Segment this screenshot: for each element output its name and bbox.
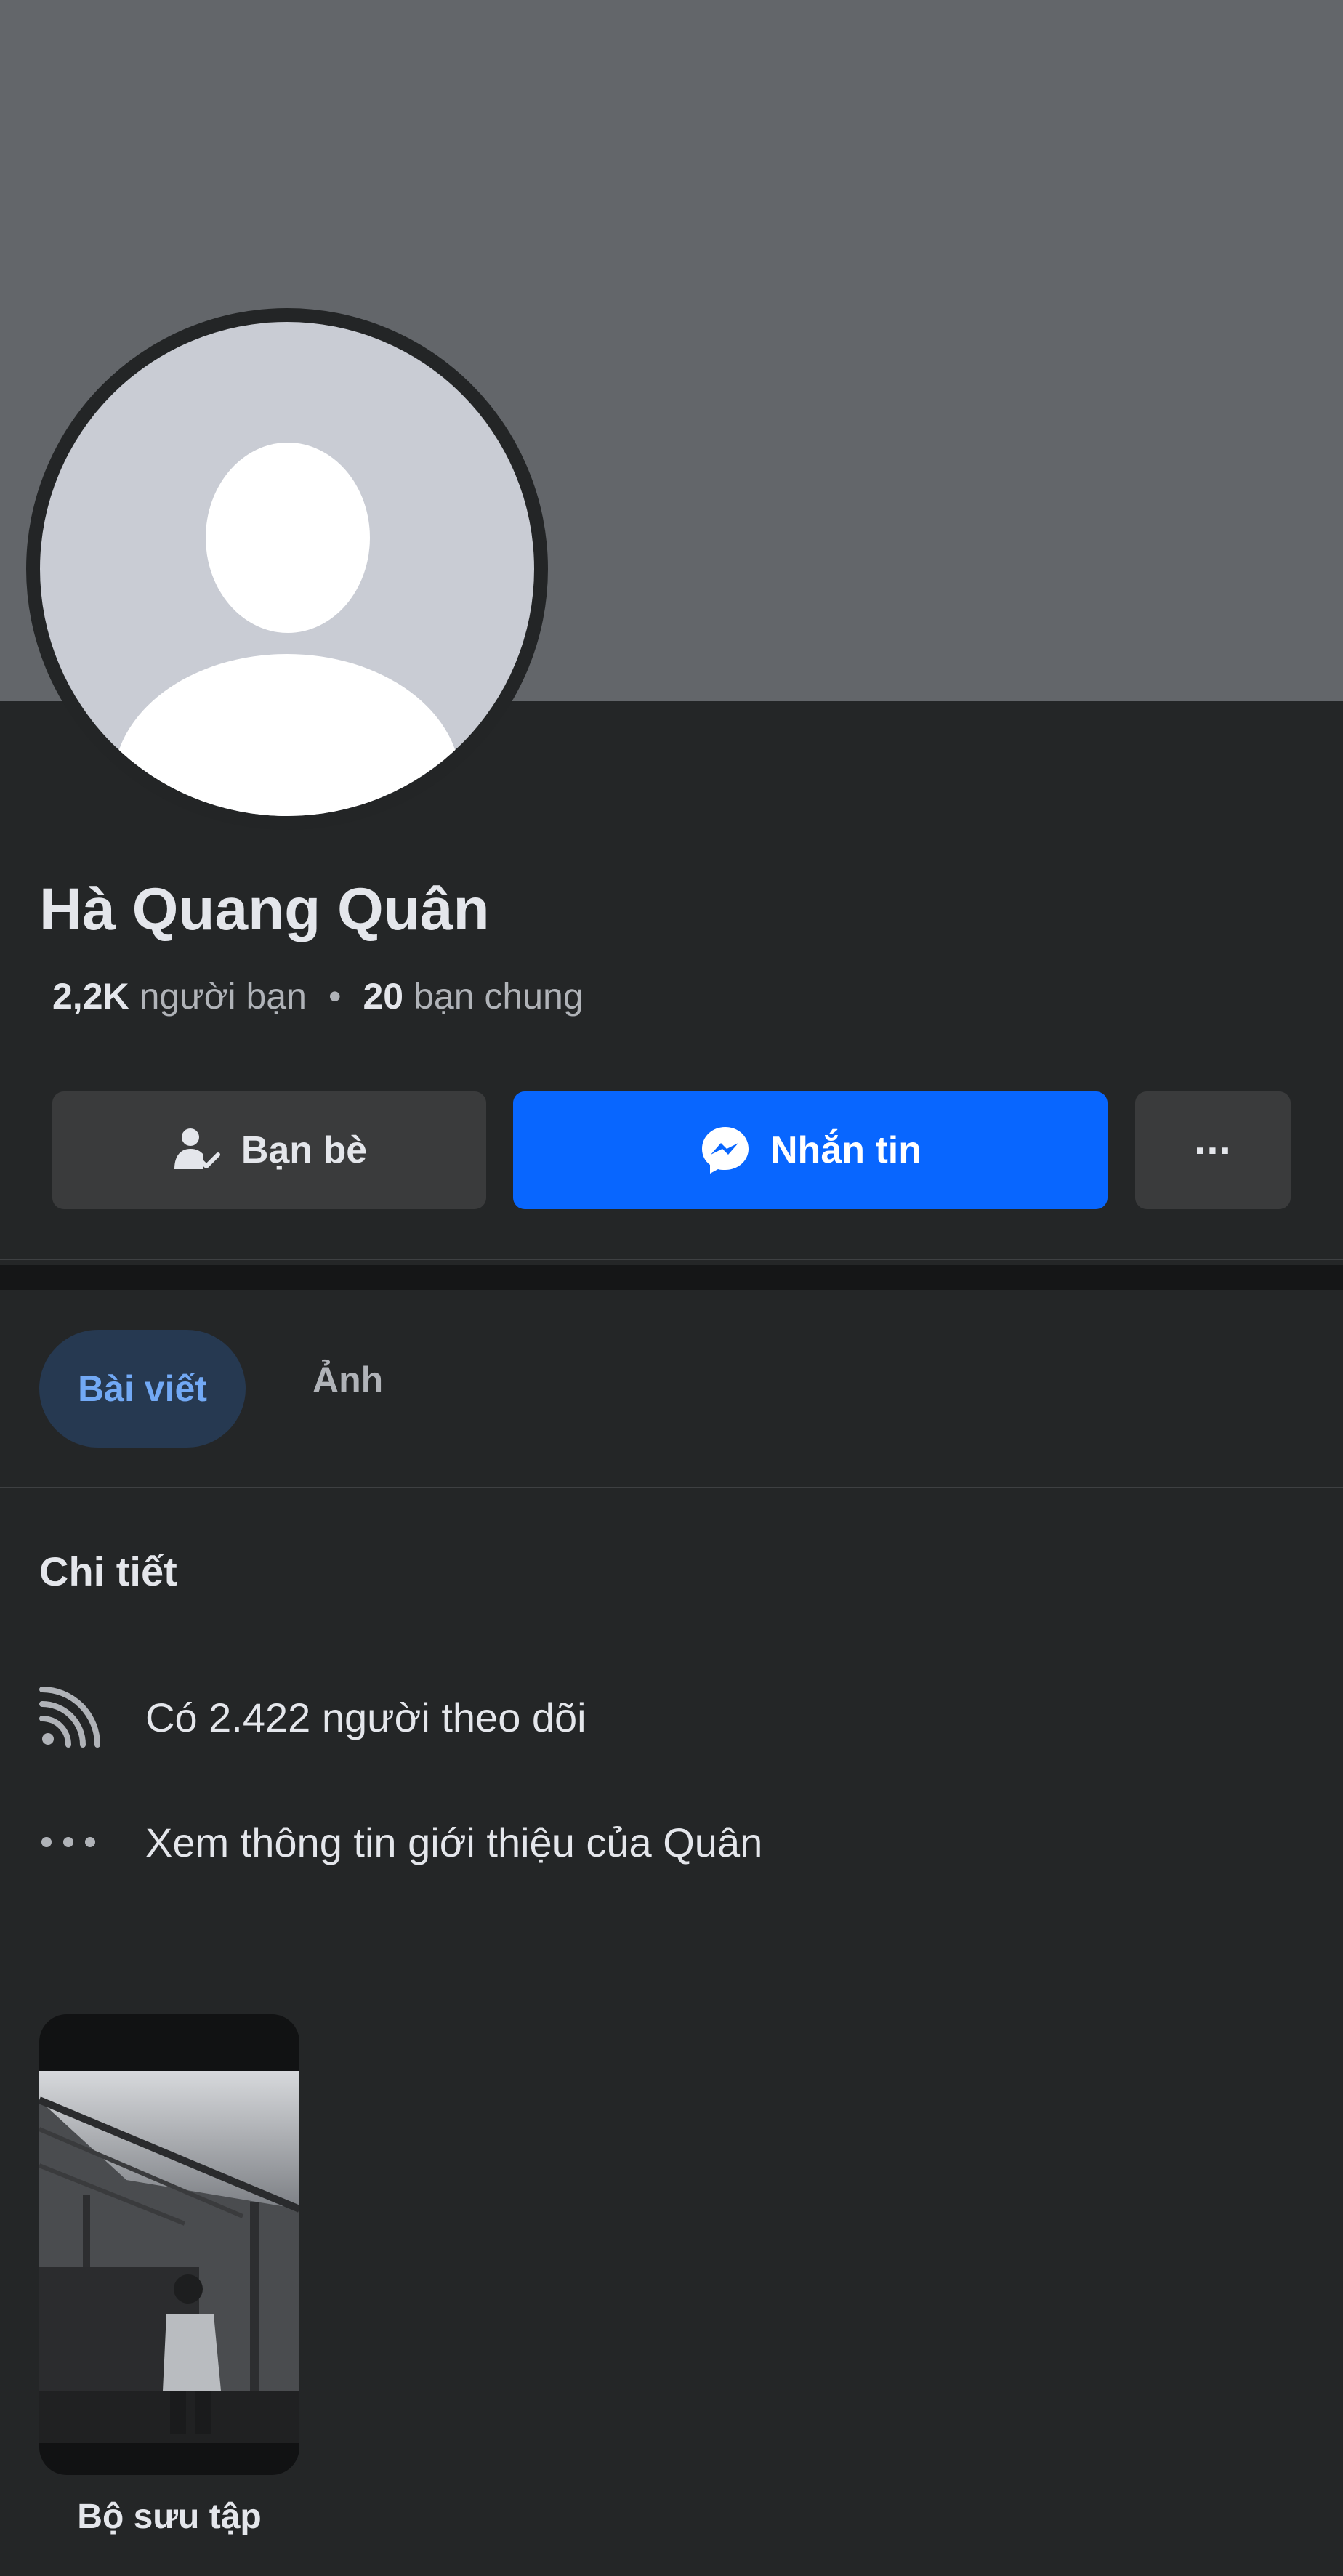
collection-card[interactable]	[39, 2014, 299, 2475]
more-dots-icon: ···	[1194, 1126, 1233, 1174]
collection-photo	[39, 2071, 299, 2443]
followers-text: Có 2.422 người theo dõi	[145, 1694, 586, 1740]
profile-name: Hà Quang Quân	[39, 876, 490, 942]
about-row[interactable]: Xem thông tin giới thiệu của Quân	[39, 1809, 762, 1875]
friends-label[interactable]: người bạn	[140, 975, 307, 1017]
stats-separator: •	[328, 976, 342, 1017]
mutual-count[interactable]: 20	[363, 975, 403, 1017]
tabs-divider	[0, 1487, 1343, 1488]
divider	[0, 1259, 1343, 1260]
avatar-placeholder-head	[206, 443, 370, 633]
avatar[interactable]	[40, 322, 534, 816]
about-text: Xem thông tin giới thiệu của Quân	[145, 1819, 763, 1865]
friends-button-label: Bạn bè	[241, 1129, 368, 1171]
avatar-placeholder-body	[113, 654, 461, 816]
tab-photos[interactable]: Ảnh	[312, 1359, 383, 1401]
tab-posts[interactable]: Bài viết	[39, 1330, 246, 1448]
friends-count[interactable]: 2,2K	[52, 975, 129, 1017]
followers-row[interactable]: Có 2.422 người theo dõi	[39, 1684, 586, 1750]
friends-button[interactable]: Bạn bè	[52, 1091, 486, 1209]
friend-check-icon	[174, 1128, 220, 1169]
collection-label: Bộ sưu tập	[77, 2498, 262, 2536]
mutual-label[interactable]: bạn chung	[414, 975, 584, 1017]
section-separator	[0, 1265, 1343, 1290]
rss-follow-icon	[39, 1684, 105, 1750]
message-button[interactable]: Nhắn tin	[513, 1091, 1108, 1209]
messenger-icon	[702, 1127, 749, 1174]
details-title: Chi tiết	[39, 1549, 177, 1594]
profile-stats: 2,2K người bạn • 20 bạn chung	[52, 975, 584, 1017]
message-button-label: Nhắn tin	[770, 1129, 921, 1171]
more-options-button[interactable]: ···	[1135, 1091, 1291, 1209]
more-dots-icon	[39, 1809, 105, 1875]
